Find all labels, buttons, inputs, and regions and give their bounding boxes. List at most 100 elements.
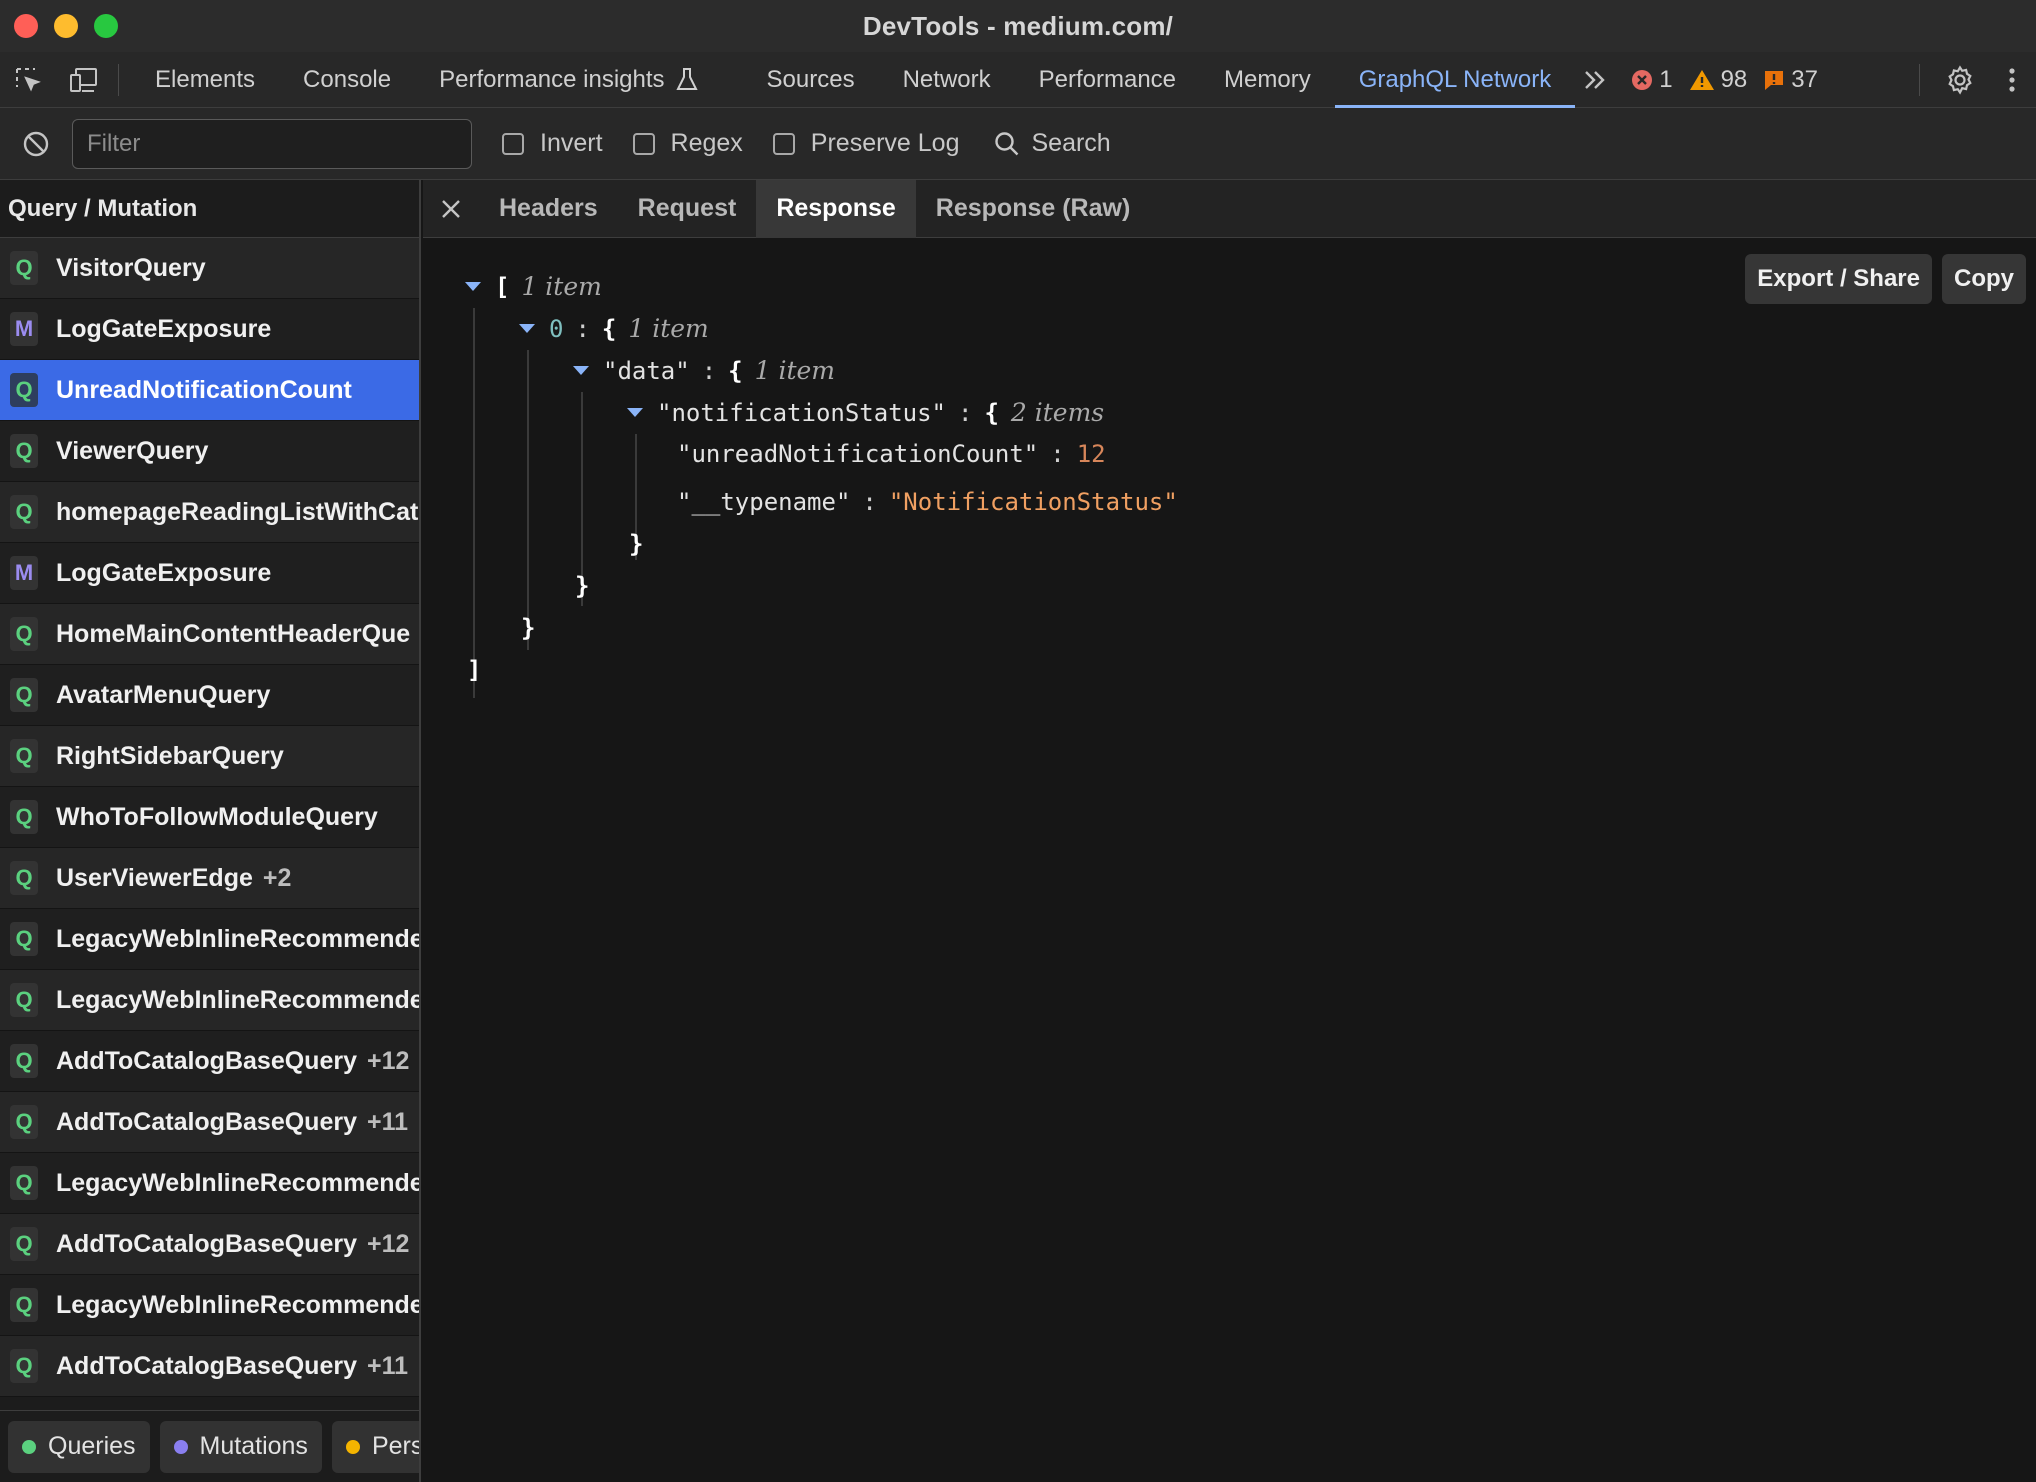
operation-row[interactable]: Q RightSidebarQuery <box>0 726 419 787</box>
checkbox-box[interactable] <box>632 132 655 155</box>
query-badge: Q <box>10 373 38 407</box>
legend-persisted[interactable]: Pers <box>331 1420 419 1473</box>
json-key: "__typename" <box>677 488 851 516</box>
error-counter[interactable]: 1 <box>1631 66 1673 94</box>
close-detail-icon[interactable] <box>423 180 479 238</box>
checkbox-box[interactable] <box>772 132 795 155</box>
collapse-caret-icon[interactable] <box>465 282 481 291</box>
tab-sources[interactable]: Sources <box>743 52 879 108</box>
json-tree: [ 1 item 0 : { 1 item "data" : { 1 item … <box>423 238 2036 1482</box>
operation-row[interactable]: QhomepageReadingListWithCat <box>0 482 419 543</box>
inspect-element-icon[interactable] <box>0 52 56 108</box>
tab-console[interactable]: Console <box>279 52 415 108</box>
tab-network[interactable]: Network <box>879 52 1015 108</box>
preserve-log-checkbox[interactable]: Preserve Log <box>772 129 960 158</box>
more-options-icon[interactable] <box>1988 52 2036 108</box>
issue-icon <box>1765 70 1784 90</box>
query-badge: Q <box>10 1349 38 1383</box>
json-close-brace: } <box>521 614 535 642</box>
collapse-caret-icon[interactable] <box>573 366 589 375</box>
indent-guide <box>527 350 529 650</box>
tab-label: GraphQL Network <box>1358 65 1552 93</box>
tab-response[interactable]: Response <box>756 179 916 238</box>
tab-performance[interactable]: Performance <box>1015 52 1200 108</box>
json-typename-line[interactable]: "__typename" : "NotificationStatus" <box>677 488 1178 516</box>
invert-checkbox[interactable]: Invert <box>502 129 603 158</box>
json-unread-count-line[interactable]: "unreadNotificationCount" : 12 <box>677 440 1106 468</box>
mutation-badge: M <box>10 312 38 346</box>
json-colon: : <box>701 356 717 385</box>
settings-gear-icon[interactable] <box>1932 52 1988 108</box>
operation-row[interactable]: Q AddToCatalogBaseQuery +11 <box>0 1336 419 1397</box>
query-badge: Q <box>10 1105 38 1139</box>
tab-graphql-network[interactable]: GraphQL Network <box>1334 52 1576 108</box>
operation-row[interactable]: Q UnreadNotificationCount <box>0 360 419 421</box>
regex-checkbox[interactable]: Regex <box>632 129 743 158</box>
issues-counter[interactable]: 37 <box>1763 66 1818 94</box>
close-window-button[interactable] <box>14 14 38 38</box>
operation-row[interactable]: M LogGateExposure <box>0 543 419 604</box>
device-toolbar-icon[interactable] <box>56 52 112 108</box>
json-brace: } <box>629 530 644 558</box>
collapse-caret-icon[interactable] <box>519 324 535 333</box>
warning-icon <box>1689 69 1714 90</box>
operation-row[interactable]: Q AddToCatalogBaseQuery +12 <box>0 1214 419 1275</box>
warning-counter[interactable]: 98 <box>1689 66 1747 94</box>
operation-name: AddToCatalogBaseQuery <box>56 1107 357 1136</box>
operation-name: LogGateExposure <box>56 558 272 587</box>
window-title: DevTools - medium.com/ <box>862 10 1174 41</box>
checkbox-label: Regex <box>670 129 743 157</box>
operation-row[interactable]: Q WhoToFollowModuleQuery <box>0 787 419 848</box>
query-badge: Q <box>10 800 38 834</box>
operation-row[interactable]: Q VisitorQuery <box>0 238 419 299</box>
legend-mutations[interactable]: Mutations <box>159 1420 322 1473</box>
json-close-brace: } <box>629 530 643 558</box>
operation-row[interactable]: Q LegacyWebInlineRecommende <box>0 909 419 970</box>
operations-pane: Query / Mutation Q VisitorQuery M LogGateEx… <box>0 180 421 1482</box>
json-data-line[interactable]: "data" : { 1 item <box>573 356 835 385</box>
json-colon: : <box>1050 440 1065 468</box>
clear-log-icon[interactable] <box>0 108 72 180</box>
json-colon: : <box>575 314 590 343</box>
tab-request[interactable]: Request <box>618 180 757 238</box>
operations-list: Q VisitorQuery M LogGateExposure Q UnreadNoti… <box>0 238 419 1397</box>
title-bar: DevTools - medium.com/ <box>0 0 2036 52</box>
collapse-caret-icon[interactable] <box>627 408 643 417</box>
json-notification-status-line[interactable]: "notificationStatus" : { 2 items <box>627 398 1104 427</box>
operation-name: RightSidebarQuery <box>56 741 284 770</box>
search-button[interactable]: Search <box>994 129 1111 158</box>
operation-row[interactable]: Q UserViewerEdge +2 <box>0 848 419 909</box>
tab-response-raw[interactable]: Response (Raw) <box>916 180 1150 238</box>
tab-label: Console <box>303 65 392 93</box>
operation-row[interactable]: Q HomeMainContentHeaderQue <box>0 604 419 665</box>
operation-row[interactable]: Q LegacyWebInlineRecommende <box>0 970 419 1031</box>
tab-memory[interactable]: Memory <box>1200 52 1335 108</box>
operation-row[interactable]: Q AddToCatalogBaseQuery +11 <box>0 1092 419 1153</box>
json-colon: : <box>957 398 973 427</box>
json-item-0-line[interactable]: 0 : { 1 item <box>519 314 709 343</box>
tab-label: Performance insights <box>439 65 665 93</box>
json-close-bracket: ] <box>467 656 481 684</box>
filter-input[interactable] <box>72 118 472 169</box>
operation-name: AvatarMenuQuery <box>56 680 271 709</box>
legend-queries[interactable]: Queries <box>8 1420 150 1473</box>
more-tabs-chevron-icon[interactable] <box>1575 52 1615 108</box>
operation-row[interactable]: Q LegacyWebInlineRecommende <box>0 1153 419 1214</box>
checkbox-box[interactable] <box>502 132 524 155</box>
operation-row[interactable]: Q AddToCatalogBaseQuery +12 <box>0 1031 419 1092</box>
operation-row[interactable]: Q ViewerQuery <box>0 421 419 482</box>
zoom-window-button[interactable] <box>94 14 118 38</box>
tab-performance-insights[interactable]: Performance insights <box>415 52 722 108</box>
query-badge: Q <box>10 1044 38 1078</box>
tab-headers[interactable]: Headers <box>479 180 618 238</box>
operation-row[interactable]: Q LegacyWebInlineRecommende <box>0 1275 419 1336</box>
operation-batch-count: +11 <box>366 1107 409 1136</box>
json-key: "notificationStatus" <box>657 398 946 427</box>
operation-row[interactable]: M LogGateExposure <box>0 299 419 360</box>
json-root-line[interactable]: [ 1 item <box>465 272 602 301</box>
tab-elements[interactable]: Elements <box>131 52 279 108</box>
json-item-count: 2 items <box>1010 398 1105 427</box>
devtools-window: DevTools - medium.com/ Elements Console … <box>0 0 2036 1482</box>
operation-row[interactable]: Q AvatarMenuQuery <box>0 665 419 726</box>
minimize-window-button[interactable] <box>54 14 78 38</box>
